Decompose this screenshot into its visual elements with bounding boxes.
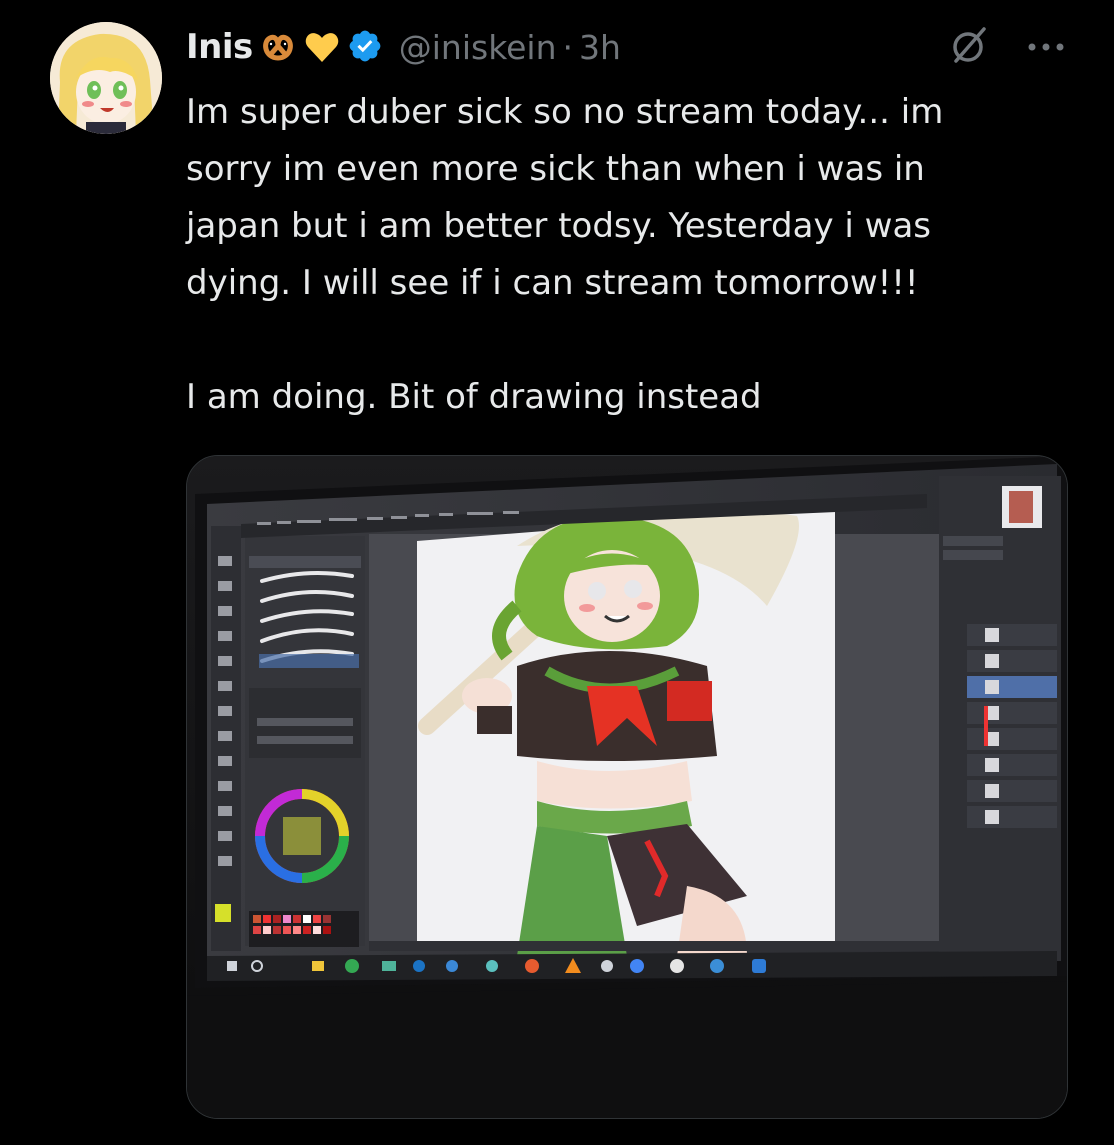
more-icon[interactable] — [1026, 38, 1066, 57]
tweet-text-line: I am doing. Bit of drawing instead — [186, 377, 762, 417]
tweet-text-line: sorry im even more sick than when i was … — [186, 149, 925, 189]
tweet-photo[interactable] — [186, 455, 1068, 1119]
header-separator: · — [562, 27, 574, 67]
photo-image — [187, 456, 1067, 1118]
tweet-text-line: japan but i am better todsy. Yesterday i… — [186, 206, 931, 246]
tweet-timestamp[interactable]: 3h — [579, 28, 621, 67]
author-avatar[interactable] — [50, 22, 162, 134]
grok-icon[interactable] — [948, 23, 992, 71]
tweet-header: Inis @iniskein · 3h — [186, 24, 1066, 70]
yellow-heart-icon — [303, 28, 341, 66]
author-name[interactable]: Inis — [186, 27, 253, 67]
tweet-text-line: dying. I will see if i can stream tomorr… — [186, 263, 919, 303]
header-actions — [948, 24, 1066, 70]
tweet-text: Im super duber sick so no stream today..… — [186, 84, 1066, 426]
author-handle[interactable]: @iniskein — [399, 28, 557, 67]
avatar-image — [50, 22, 162, 134]
verified-badge-icon[interactable] — [347, 28, 385, 66]
pretzel-icon — [259, 28, 297, 66]
tweet-text-blank-line — [186, 312, 1066, 369]
tweet-text-line: Im super duber sick so no stream today..… — [186, 92, 944, 132]
